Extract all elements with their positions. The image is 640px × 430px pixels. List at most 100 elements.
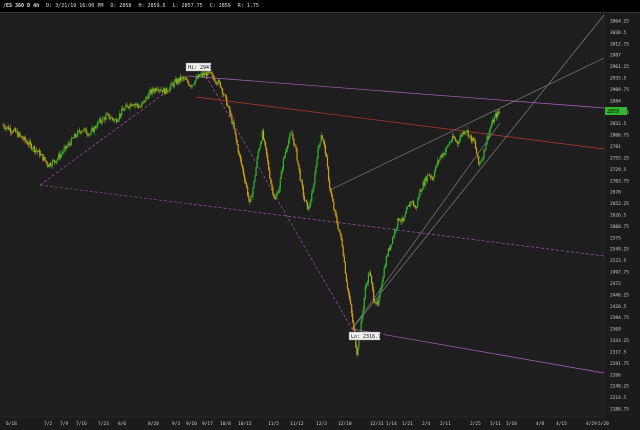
candle-body xyxy=(317,147,319,159)
candle-body xyxy=(385,256,387,267)
candle-body xyxy=(477,153,479,157)
candle-body xyxy=(175,79,177,84)
candle-body xyxy=(423,182,425,186)
candle-body xyxy=(71,137,73,139)
candle-body xyxy=(419,190,421,197)
price-tick-label: 2935.5 xyxy=(610,76,627,82)
candle-body xyxy=(255,166,257,176)
candle-body xyxy=(191,84,193,87)
date-tick-label: 8/6 xyxy=(118,421,126,427)
candle-body xyxy=(150,90,152,94)
candle-body xyxy=(26,141,28,145)
price-chart[interactable]: 3064.25 3038.5 3012.75 2987 2961.25 2935.5 290… xyxy=(0,13,640,430)
date-tick-label: 12/10 xyxy=(338,421,352,427)
candle-body xyxy=(276,192,278,196)
price-tick-label: 2523.5 xyxy=(610,258,627,264)
candle-body xyxy=(353,322,355,329)
candle-body xyxy=(242,168,245,175)
candle-body xyxy=(271,183,273,187)
candle-body xyxy=(32,146,35,149)
candle-body xyxy=(256,157,258,167)
candle-body xyxy=(142,102,144,104)
candle-body xyxy=(200,73,203,75)
candle-body xyxy=(463,131,465,135)
candle-body xyxy=(460,134,462,139)
candle-body xyxy=(342,246,344,257)
candle-body xyxy=(189,85,191,87)
candle-body xyxy=(481,159,483,162)
candle-body xyxy=(444,151,446,155)
candle-body xyxy=(196,77,198,79)
candle-body xyxy=(376,301,378,304)
candle-body xyxy=(129,104,131,108)
candle-body xyxy=(214,80,216,82)
price-tick-label: 2291.75 xyxy=(610,361,629,367)
candle-body xyxy=(348,293,351,300)
candle-body xyxy=(458,142,460,144)
candle-body xyxy=(289,135,291,141)
candle-body xyxy=(110,117,112,119)
candle-body xyxy=(411,201,414,202)
candle-body xyxy=(274,197,276,200)
candle-body xyxy=(43,157,45,161)
candle-body xyxy=(188,82,190,86)
candle-body xyxy=(379,290,381,298)
candle-body xyxy=(28,141,30,145)
price-tick-label: 2909.75 xyxy=(610,87,629,93)
symbol-label[interactable]: /ES 360 D 4h xyxy=(3,3,39,9)
candle-body xyxy=(8,128,10,130)
candle-body xyxy=(483,149,485,159)
candle-body xyxy=(281,169,283,172)
candle-body xyxy=(121,109,123,116)
candle-body xyxy=(388,248,391,250)
candle-body xyxy=(297,160,299,165)
candle-body xyxy=(416,206,418,208)
candle-body xyxy=(270,178,272,184)
candle-body xyxy=(296,148,298,161)
candle-body xyxy=(99,118,101,123)
candle-body xyxy=(445,147,447,152)
candle-body xyxy=(101,121,103,123)
candle-body xyxy=(205,72,207,75)
candle-body xyxy=(288,140,290,146)
candle-body xyxy=(264,141,267,148)
candle-body xyxy=(20,135,22,137)
candle-body xyxy=(487,136,489,138)
candle-body xyxy=(292,133,294,139)
candle-body xyxy=(232,122,234,124)
date-tick-label: 12/3 xyxy=(316,421,327,427)
candle-body xyxy=(39,150,41,156)
candle-body xyxy=(215,81,217,84)
date-tick-label: 9/3 xyxy=(172,421,180,427)
candle-body xyxy=(3,125,5,128)
candle-body xyxy=(399,219,401,222)
candle-body xyxy=(127,105,129,108)
date-tick-label: 2/25 xyxy=(470,421,481,427)
candle-body xyxy=(321,135,323,140)
candle-body xyxy=(275,195,277,200)
candle-body xyxy=(397,218,399,228)
candle-body xyxy=(339,231,341,234)
candle-body xyxy=(105,115,107,120)
candle-body xyxy=(378,297,380,305)
candle-body xyxy=(154,88,156,92)
candle-body xyxy=(451,136,454,141)
candle-body xyxy=(369,272,372,276)
candle-body xyxy=(119,113,121,119)
candle-body xyxy=(109,118,111,120)
candle-body xyxy=(287,145,289,150)
price-tick-label: 2446.25 xyxy=(610,292,629,298)
candle-body xyxy=(300,180,302,182)
candle-body xyxy=(323,141,325,146)
candle-body xyxy=(217,80,219,84)
candle-body xyxy=(310,201,312,206)
candle-body xyxy=(488,131,490,138)
candle-body xyxy=(88,134,90,136)
candle-body xyxy=(176,79,178,84)
candle-body xyxy=(122,109,124,111)
candle-body xyxy=(148,92,150,99)
candle-body xyxy=(81,130,83,133)
candle-body xyxy=(243,174,246,181)
candle-body xyxy=(183,77,185,79)
candle-body xyxy=(383,268,385,277)
